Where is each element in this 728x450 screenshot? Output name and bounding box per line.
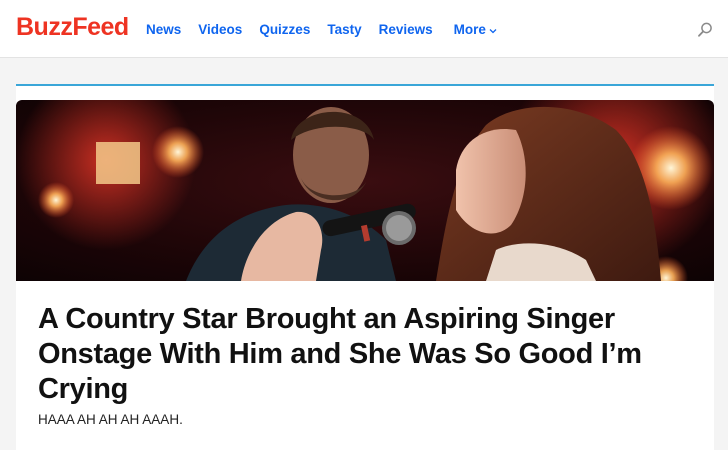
page-gutter: [714, 58, 728, 450]
hero-photo: [16, 100, 714, 281]
nav-item-news[interactable]: News: [146, 20, 181, 40]
nav-item-videos[interactable]: Videos: [198, 20, 242, 40]
main-nav: News Videos Quizzes Tasty Reviews More: [146, 20, 514, 40]
nav-item-quizzes[interactable]: Quizzes: [259, 20, 310, 40]
nav-more-label: More: [453, 22, 486, 37]
nav-more-menu[interactable]: More: [454, 20, 497, 40]
top-navigation-bar: BuzzFeed News Videos Quizzes Tasty Revie…: [0, 0, 728, 58]
article-dek: HAAA AH AH AH AAAH.: [38, 412, 183, 427]
buzzfeed-logo[interactable]: BuzzFeed: [16, 12, 129, 42]
featured-article-image[interactable]: [16, 100, 714, 281]
article-headline[interactable]: A Country Star Brought an Aspiring Singe…: [38, 302, 688, 407]
search-icon[interactable]: [696, 21, 714, 39]
nav-item-reviews[interactable]: Reviews: [379, 20, 433, 40]
nav-item-tasty[interactable]: Tasty: [327, 20, 361, 40]
section-divider: [16, 84, 714, 86]
chevron-down-icon: [489, 20, 497, 40]
